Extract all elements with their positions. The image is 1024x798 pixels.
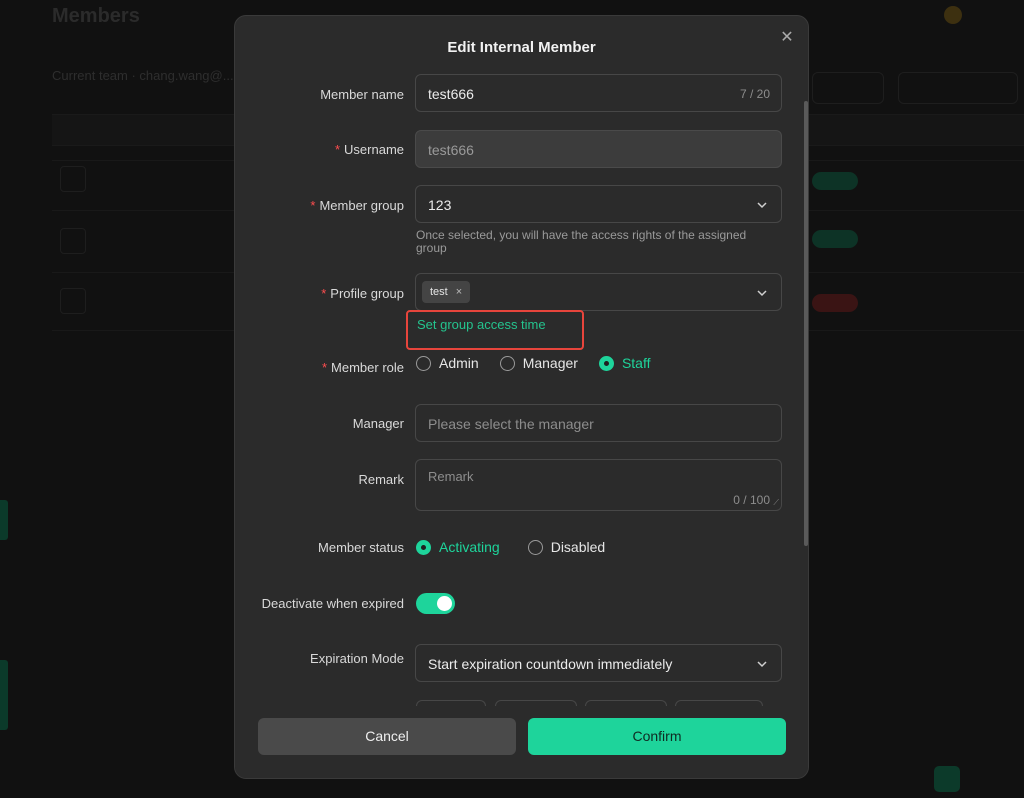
background-filter [898,72,1018,104]
member-name-counter: 7 / 20 [739,87,770,101]
background-filter [812,72,884,104]
dialog-scrollbar[interactable] [804,101,808,546]
background-status-pill [812,294,858,312]
radio-circle [416,355,431,371]
member-name-value: test666 [428,86,474,102]
role-radio-admin[interactable]: Admin [416,355,479,371]
manager-placeholder: Please select the manager [428,416,594,432]
deactivate-toggle[interactable] [416,593,455,614]
background-checkbox [60,228,86,254]
member-name-input[interactable]: test666 7 / 20 [415,74,782,112]
cancel-button[interactable]: Cancel [258,718,516,755]
expiration-mode-select[interactable]: Start expiration countdown immediately [415,644,782,682]
close-icon[interactable]: ✕ [778,29,796,47]
remark-textarea[interactable]: Remark 0 / 100 ⟋ [415,459,782,511]
confirm-button[interactable]: Confirm [528,718,786,755]
edit-member-dialog: Edit Internal Member ✕ Member name test6… [234,15,809,779]
remark-counter: 0 / 100 [733,493,770,507]
dialog-footer: Cancel Confirm [235,706,808,778]
profile-group-tag: test × [422,281,471,303]
background-checkbox [60,288,86,314]
required-marker: * [321,360,328,375]
remark-label: Remark [358,472,404,487]
radio-circle [598,355,614,371]
member-role-label: * Member role [321,360,404,375]
username-input: test666 [415,130,782,168]
expiration-mode-label: Expiration Mode [310,651,404,666]
tag-remove-icon[interactable]: × [456,281,462,303]
highlight-box [406,310,584,350]
background-checkbox [60,166,86,192]
background-status-pill [812,172,858,190]
background-status-pill [812,230,858,248]
manager-select[interactable]: Please select the manager [415,404,782,442]
deactivate-label: Deactivate when expired [261,596,404,611]
member-group-value: 123 [428,197,452,213]
member-status-label: Member status [318,540,404,555]
role-radio-staff[interactable]: Staff [598,355,651,371]
dialog-title: Edit Internal Member [447,39,596,56]
member-group-select[interactable]: 123 [415,185,782,223]
status-radio-activating[interactable]: Activating [416,539,500,555]
tag-label: test [430,286,448,298]
manager-label: Manager [352,416,404,431]
required-marker: * [321,286,327,301]
chevron-down-icon [757,661,767,668]
profile-group-select[interactable]: test × [415,273,782,311]
member-group-label: * Member group [310,198,404,213]
member-name-label: Member name [320,87,404,102]
radio-circle [527,539,543,555]
chevron-down-icon [757,202,767,209]
required-marker: * [334,142,341,157]
member-role-radio-group: Admin Manager Staff [416,355,672,371]
background-title: Members [52,5,140,27]
background-side-accent [0,660,8,730]
role-radio-manager[interactable]: Manager [499,355,578,371]
member-status-radio-group: Activating Disabled [416,539,626,555]
background-avatar [944,6,962,24]
remark-placeholder: Remark [428,469,474,484]
expiration-mode-value: Start expiration countdown immediately [428,656,673,672]
chevron-down-icon [757,290,767,297]
background-side-accent [0,500,8,540]
status-radio-disabled[interactable]: Disabled [527,539,605,555]
username-label: * Username [334,142,404,157]
required-marker: * [310,198,316,213]
background-subtitle: Current team · chang.wang@... [52,68,234,83]
background-pagination [934,766,960,792]
username-value: test666 [428,142,474,158]
member-group-hint: Once selected, you will have the access … [416,228,747,255]
profile-group-label: * Profile group [321,286,404,301]
radio-circle [499,355,515,371]
radio-circle [416,539,431,555]
resize-handle-icon[interactable]: ⟋ [773,498,779,508]
